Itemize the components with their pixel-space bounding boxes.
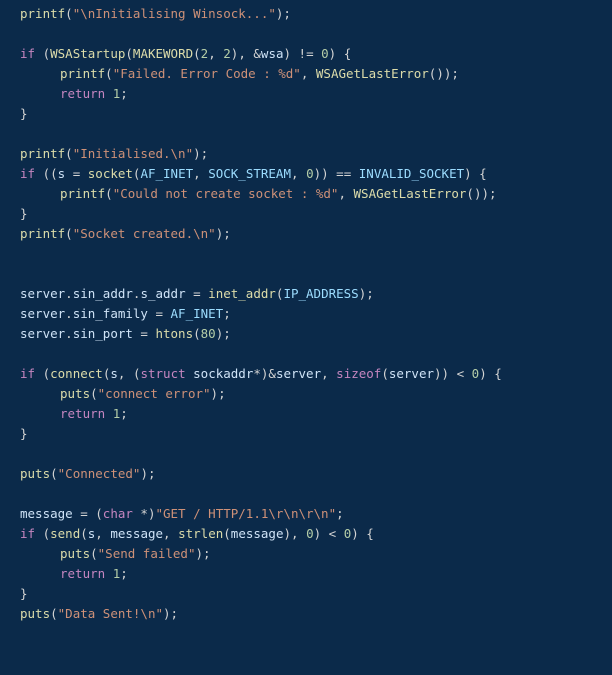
code-line: return 1; (0, 566, 128, 581)
code-line: printf("Socket created.\n"); (0, 226, 231, 241)
fn-htons: htons (155, 326, 193, 341)
fn-socket: socket (88, 166, 133, 181)
code-line: printf("Failed. Error Code : %d", WSAGet… (0, 66, 459, 81)
string-literal: "Data Sent!\n" (58, 606, 163, 621)
string-literal: "Failed. Error Code : %d" (113, 66, 301, 81)
code-line: puts("Data Sent!\n"); (0, 606, 178, 621)
kw-char: char (103, 506, 133, 521)
code-line: printf("\nInitialising Winsock..."); (0, 4, 612, 24)
string-literal: "connect error" (98, 386, 211, 401)
string-literal: "Connected" (58, 466, 141, 481)
fn-puts: puts (60, 386, 90, 401)
code-line: if (connect(s, (struct sockaddr*)&server… (0, 366, 502, 381)
code-line: return 1; (0, 86, 128, 101)
string-literal: "GET / HTTP/1.1\r\n\r\n" (155, 506, 336, 521)
string-literal: "Initialised.\n" (73, 146, 193, 161)
code-line: server.sin_addr.s_addr = inet_addr(IP_AD… (0, 286, 374, 301)
code-line: printf("Could not create socket : %d", W… (0, 186, 497, 201)
kw-sizeof: sizeof (336, 366, 381, 381)
code-line: } (0, 206, 28, 221)
fn-wsagetlasterror: WSAGetLastError (316, 66, 429, 81)
string-literal: "\nInitialising Winsock..." (73, 6, 276, 21)
string-literal: "Send failed" (98, 546, 196, 561)
fn-printf: printf (20, 6, 65, 21)
string-literal: "Could not create socket : %d" (113, 186, 339, 201)
code-line: if (send(s, message, strlen(message), 0)… (0, 526, 374, 541)
kw-struct: struct (140, 366, 185, 381)
macro-af-inet: AF_INET (140, 166, 193, 181)
fn-inet-addr: inet_addr (208, 286, 276, 301)
code-line: return 1; (0, 406, 128, 421)
fn-connect: connect (50, 366, 103, 381)
fn-send: send (50, 526, 80, 541)
macro-ip-address: IP_ADDRESS (283, 286, 358, 301)
code-block: printf("\nInitialising Winsock..."); if … (0, 0, 612, 628)
string-literal: "Socket created.\n" (73, 226, 216, 241)
code-line: } (0, 106, 28, 121)
kw-return: return (60, 86, 113, 101)
macro-invalid-socket: INVALID_SOCKET (359, 166, 464, 181)
code-line: message = (char *)"GET / HTTP/1.1\r\n\r\… (0, 506, 344, 521)
code-line: if ((s = socket(AF_INET, SOCK_STREAM, 0)… (0, 166, 487, 181)
macro-makeword: MAKEWORD (133, 46, 193, 61)
code-line: } (0, 586, 28, 601)
fn-wsastartup: WSAStartup (50, 46, 125, 61)
code-line: server.sin_family = AF_INET; (0, 306, 231, 321)
code-line: } (0, 426, 28, 441)
code-line: puts("connect error"); (0, 386, 226, 401)
code-line: if (WSAStartup(MAKEWORD(2, 2), &wsa) != … (0, 46, 351, 61)
fn-strlen: strlen (178, 526, 223, 541)
code-line: puts("Send failed"); (0, 546, 211, 561)
code-line: puts("Connected"); (0, 466, 156, 481)
kw-if: if (20, 46, 35, 61)
code-line: server.sin_port = htons(80); (0, 326, 231, 341)
code-line: printf("Initialised.\n"); (0, 146, 208, 161)
macro-sock-stream: SOCK_STREAM (208, 166, 291, 181)
